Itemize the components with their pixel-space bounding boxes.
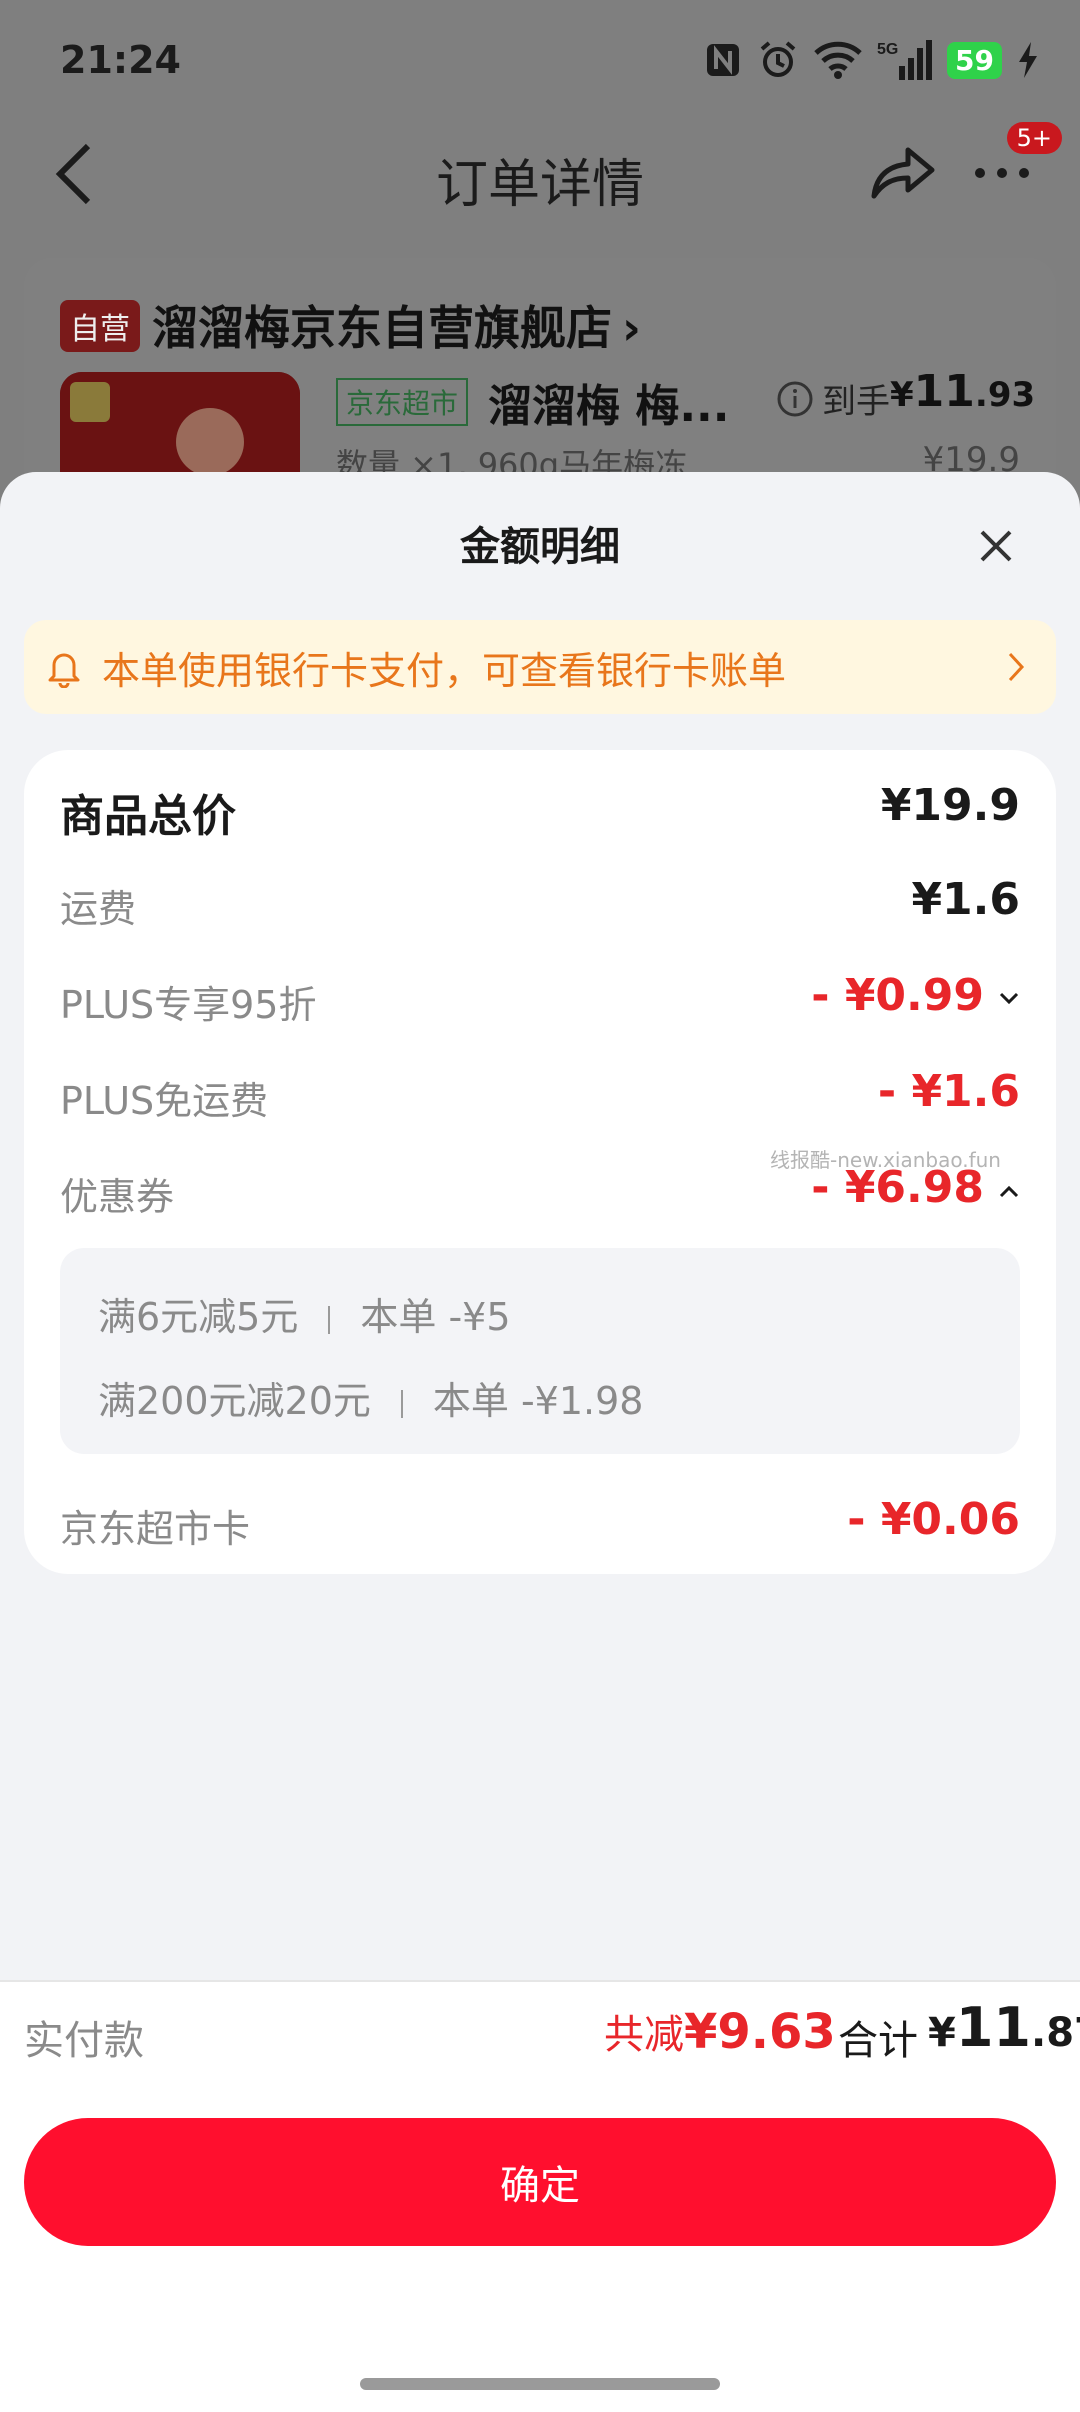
close-button[interactable]: [970, 520, 1022, 572]
nfc-icon: [707, 44, 740, 76]
divider: [400, 1389, 403, 1418]
store-name: 溜溜梅京东自营旗舰店: [152, 301, 612, 355]
total-amount: ¥11.87: [928, 1996, 1080, 2059]
row-label-plus-discount: PLUS专享95折: [60, 983, 317, 1027]
info-icon[interactable]: [776, 380, 814, 418]
status-icons: 5G 59: [703, 34, 1040, 86]
pay-label: 实付款: [24, 2018, 144, 2064]
store-name-link[interactable]: 溜溜梅京东自营旗舰店 ›: [152, 292, 641, 358]
payment-summary-bar: [0, 1980, 1080, 2084]
coupon-name: 满200元减20元: [98, 1379, 371, 1423]
coupon-amount: 本单 -¥1.98: [432, 1379, 644, 1423]
chevron-up-icon[interactable]: [998, 1184, 1020, 1200]
product-price: ¥11.93: [890, 366, 1036, 417]
charging-icon: [1019, 42, 1037, 78]
self-operated-tag: 自营: [60, 300, 140, 352]
confirm-button[interactable]: 确定: [24, 2118, 1056, 2246]
row-value-shipping: ¥1.6: [911, 874, 1020, 925]
row-label-coupon: 优惠券: [60, 1175, 175, 1219]
row-label-supermarket-card: 京东超市卡: [60, 1507, 251, 1551]
alarm-icon: [760, 41, 796, 77]
chevron-right-icon: [1008, 652, 1025, 682]
row-value-plus-discount[interactable]: - ¥0.99: [811, 970, 984, 1021]
battery-indicator: 59: [947, 41, 1002, 79]
sheet-title: 金额明细: [460, 524, 620, 570]
notice-text: 本单使用银行卡支付，可查看银行卡账单: [102, 649, 787, 693]
coupon-name: 满6元减5元: [98, 1295, 299, 1339]
home-indicator[interactable]: [360, 2378, 720, 2390]
close-icon: [980, 530, 1012, 562]
divider: [328, 1305, 331, 1334]
row-label-total: 商品总价: [60, 791, 236, 842]
row-label-plus-shipping: PLUS免运费: [60, 1079, 269, 1123]
row-value-plus-shipping: - ¥1.6: [877, 1066, 1020, 1117]
supermarket-tag: 京东超市: [336, 378, 469, 426]
chevron-right-icon: ›: [622, 301, 641, 355]
row-label-shipping: 运费: [60, 887, 137, 931]
coupon-amount: 本单 -¥5: [360, 1295, 511, 1339]
coupon-item: 满6元减5元 本单 -¥5: [98, 1286, 511, 1341]
notification-badge: 5+: [1006, 122, 1062, 154]
bell-icon: [48, 653, 80, 688]
total-label: 合计: [838, 2018, 918, 2064]
row-value-coupon[interactable]: - ¥6.98: [811, 1162, 984, 1213]
wifi-icon: [814, 41, 862, 79]
svg-text:5G: 5G: [877, 41, 898, 58]
signal-icon: 5G: [877, 40, 933, 80]
product-name[interactable]: 溜溜梅 梅...: [488, 370, 729, 434]
price-prefix: 到手: [822, 382, 890, 422]
total-saved: 共减¥9.63: [604, 2004, 836, 2060]
chevron-down-icon[interactable]: [998, 990, 1020, 1006]
row-value-total: ¥19.9: [880, 780, 1020, 831]
coupon-item: 满200元减20元 本单 -¥1.98: [98, 1370, 643, 1425]
row-value-supermarket-card: - ¥0.06: [847, 1494, 1020, 1545]
more-icon[interactable]: [972, 158, 1032, 188]
status-time: 21:24: [60, 38, 181, 82]
share-icon[interactable]: [870, 144, 936, 202]
